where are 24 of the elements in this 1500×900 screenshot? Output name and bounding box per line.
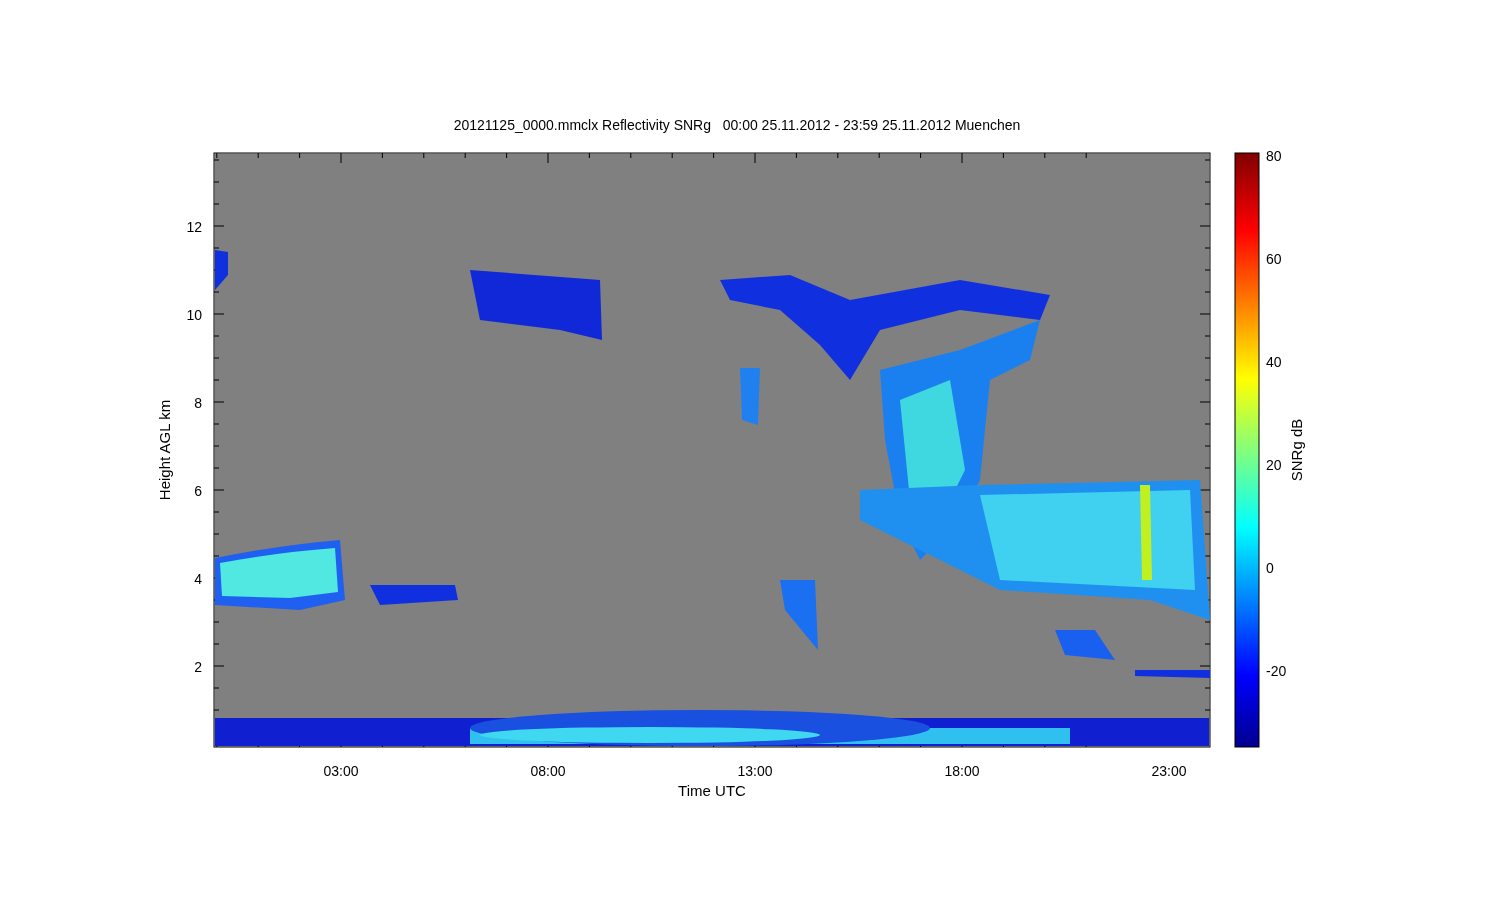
colorbar-tick-label: 40 bbox=[1266, 354, 1282, 370]
y-axis-label: Height AGL km bbox=[156, 399, 173, 501]
plot-title: 20121125_0000.mmclx Reflectivity SNRg 00:00 25.11.2012 - 23:59 25.11.2012 Muenchen bbox=[453, 117, 1021, 133]
x-tick-label: 23:00 bbox=[1151, 763, 1187, 779]
colorbar-tick-label: 0 bbox=[1266, 560, 1274, 576]
colorbar-label: SNRg dB bbox=[1288, 418, 1305, 482]
colorbar-tick-label: -20 bbox=[1266, 663, 1287, 679]
y-tick-label: 12 bbox=[186, 219, 202, 235]
x-tick-label: 03:00 bbox=[323, 763, 359, 779]
y-tick-label: 6 bbox=[194, 483, 202, 499]
radar-echo bbox=[215, 250, 228, 290]
y-tick-label: 10 bbox=[186, 307, 202, 323]
y-tick-label: 4 bbox=[194, 571, 202, 587]
colorbar-tick-label: 80 bbox=[1266, 148, 1282, 164]
radar-echo bbox=[1055, 630, 1115, 660]
x-tick-label: 18:00 bbox=[944, 763, 980, 779]
colorbar-tick-label: 60 bbox=[1266, 251, 1282, 267]
x-axis-label: Time UTC bbox=[678, 782, 746, 799]
y-tick-label: 2 bbox=[194, 659, 202, 675]
x-tick-label: 13:00 bbox=[737, 763, 773, 779]
radar-echo bbox=[780, 580, 818, 650]
y-tick-label: 8 bbox=[194, 395, 202, 411]
x-tick-label: 08:00 bbox=[530, 763, 566, 779]
colorbar-tick-label: 20 bbox=[1266, 457, 1282, 473]
